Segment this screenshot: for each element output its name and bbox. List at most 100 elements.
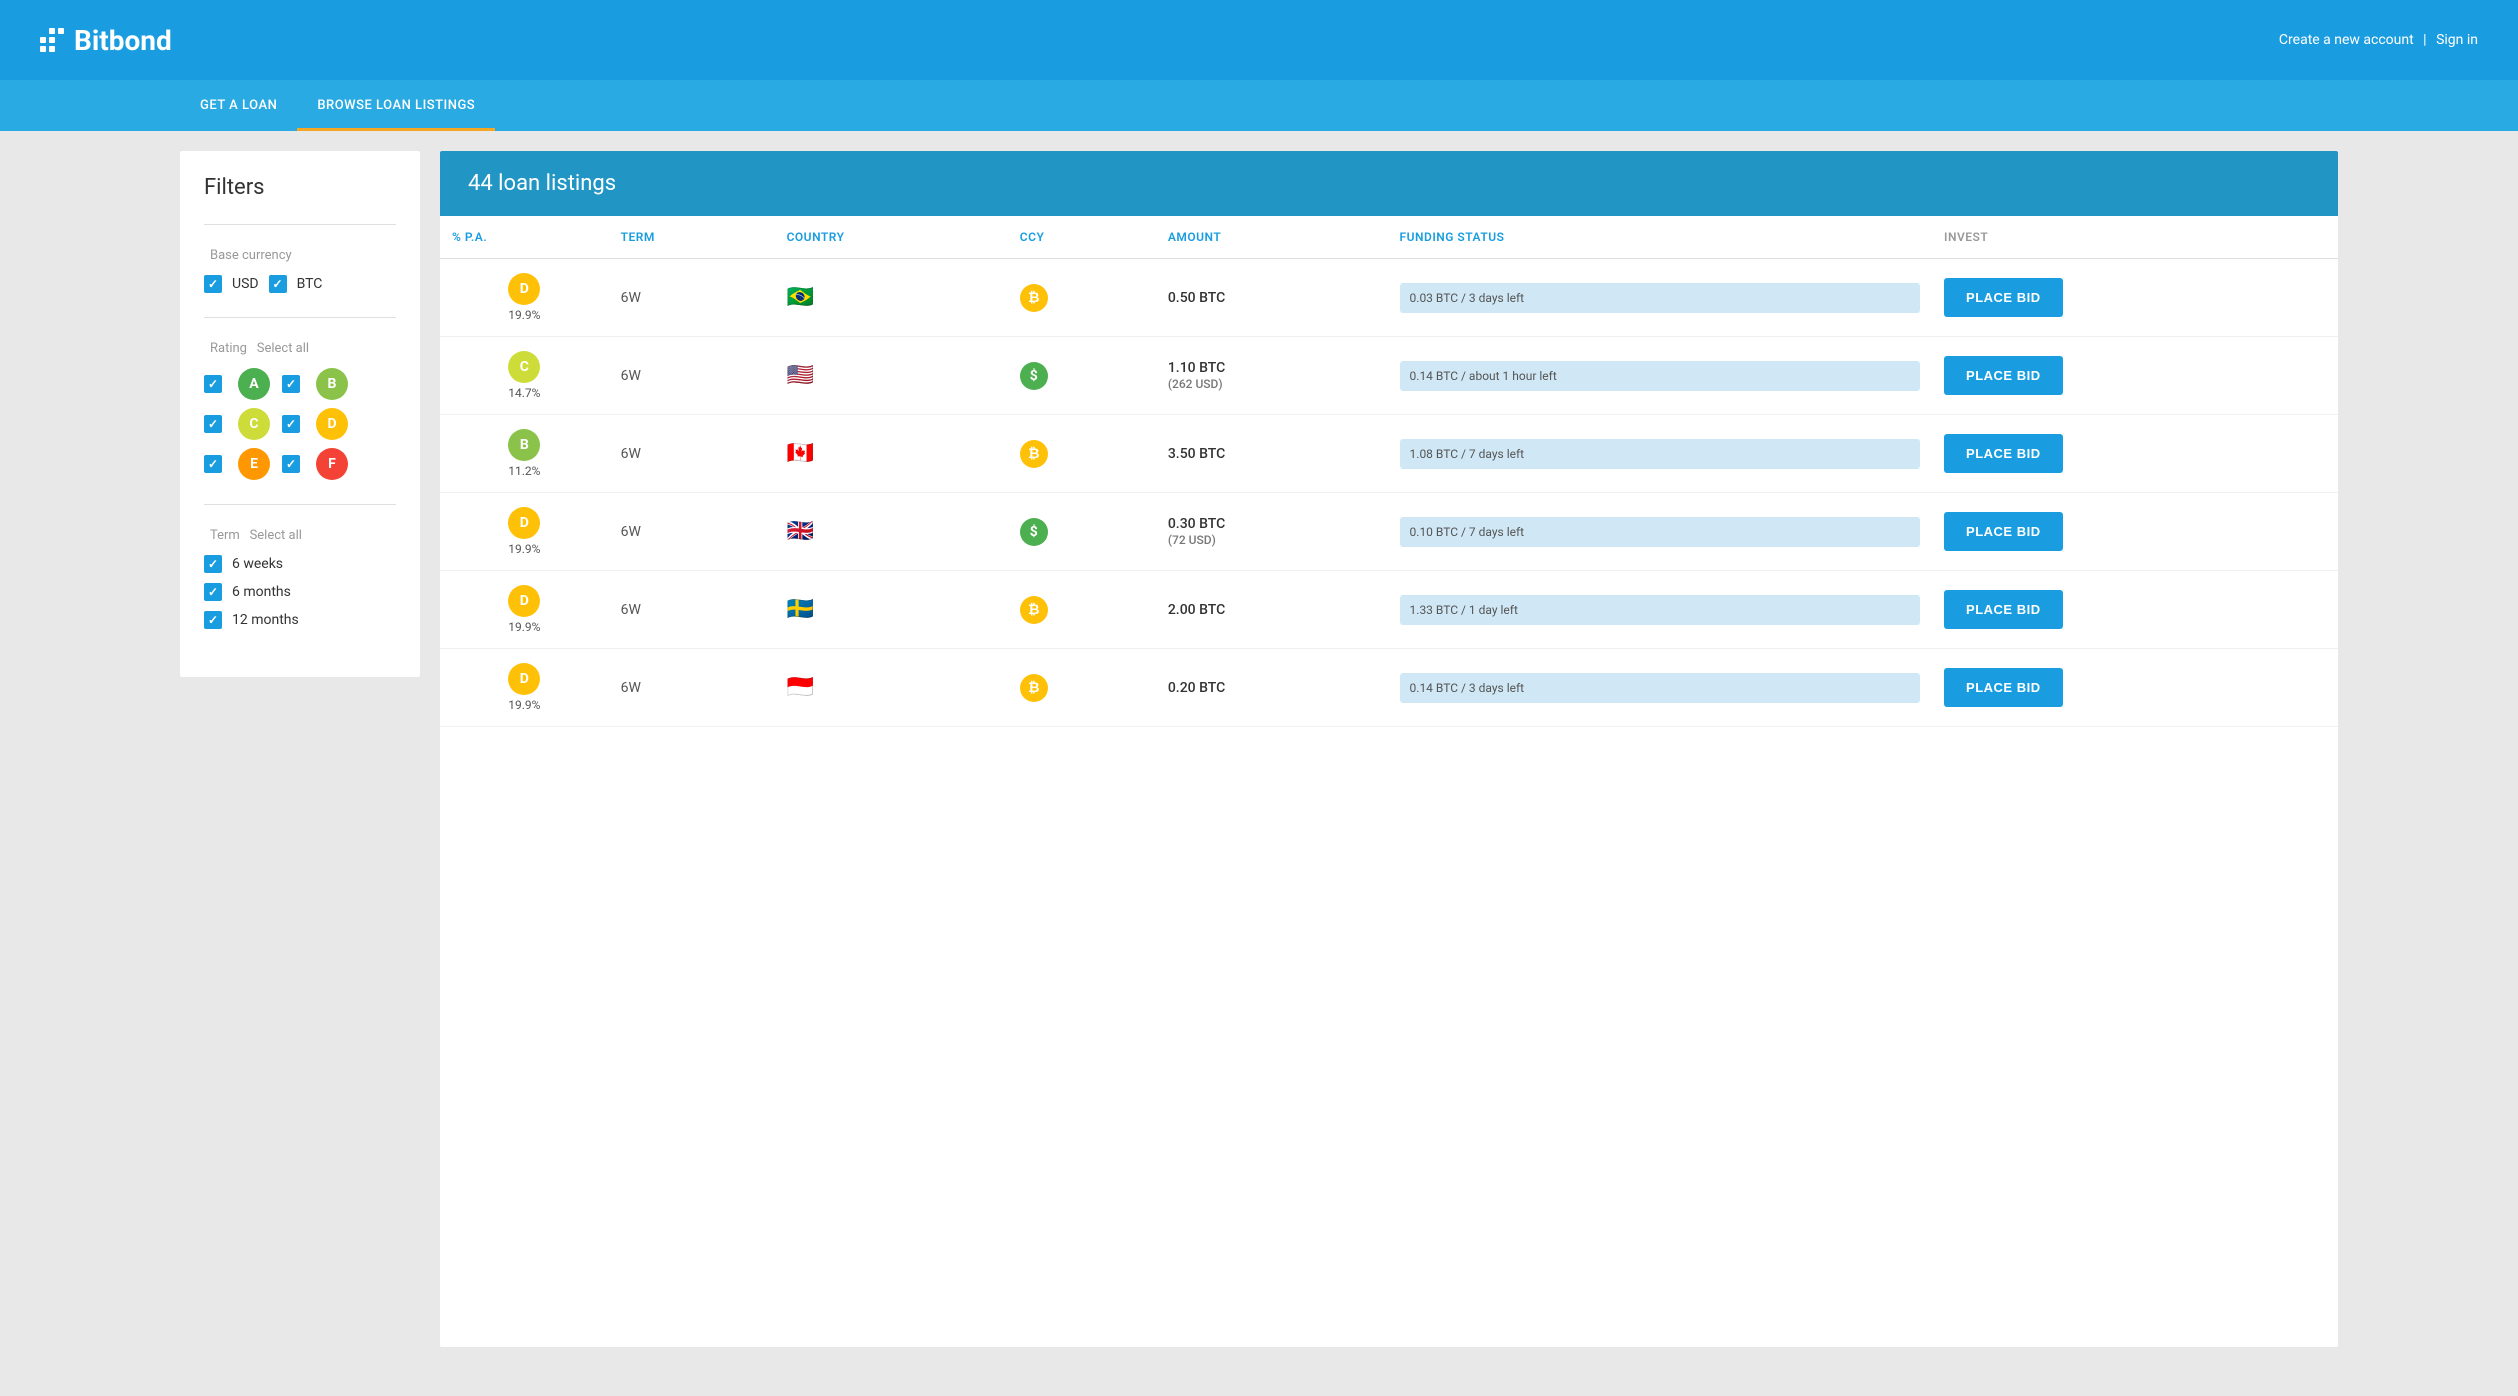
filter-rating-title: Rating Select all xyxy=(204,338,396,356)
row-4-rating: D 19.9% xyxy=(440,571,609,649)
country-flag: 🇬🇧 xyxy=(787,519,814,544)
place-bid-button[interactable]: PLACE BID xyxy=(1944,278,2063,317)
rating-a-checkbox[interactable] xyxy=(204,375,222,393)
term-6w-label: 6 weeks xyxy=(232,556,283,572)
filter-currency-title: Base currency xyxy=(204,245,396,263)
row-5-rating: D 19.9% xyxy=(440,649,609,727)
row-4-funding: 1.33 BTC / 1 day left xyxy=(1388,571,1933,649)
funding-status: 0.14 BTC / about 1 hour left xyxy=(1400,361,1921,391)
funding-status: 1.08 BTC / 7 days left xyxy=(1400,439,1921,469)
currency-btc-label: BTC xyxy=(297,276,323,292)
row-1-ccy: $ xyxy=(1008,337,1156,415)
col-invest: INVEST xyxy=(1932,216,2338,259)
table-row: D 19.9% 6W🇸🇪₿2.00 BTC1.33 BTC / 1 day le… xyxy=(440,571,2338,649)
table-row: D 19.9% 6W🇬🇧$0.30 BTC(72 USD)0.10 BTC / … xyxy=(440,493,2338,571)
row-1-term: 6W xyxy=(609,337,775,415)
place-bid-button[interactable]: PLACE BID xyxy=(1944,590,2063,629)
create-account-link[interactable]: Create a new account xyxy=(2279,32,2414,48)
row-2-rating: B 11.2% xyxy=(440,415,609,493)
col-term: TERM xyxy=(609,216,775,259)
rating-e-checkbox[interactable] xyxy=(204,455,222,473)
amount-value: 3.50 BTC xyxy=(1168,446,1376,462)
nav-item-browse-loan-listings[interactable]: BROWSE LOAN LISTINGS xyxy=(297,80,495,131)
rating-f-badge: F xyxy=(316,448,348,480)
row-2-invest: PLACE BID xyxy=(1932,415,2338,493)
place-bid-button[interactable]: PLACE BID xyxy=(1944,356,2063,395)
row-2-funding: 1.08 BTC / 7 days left xyxy=(1388,415,1933,493)
row-0-ccy: ₿ xyxy=(1008,259,1156,337)
currency-usd-checkbox[interactable] xyxy=(204,275,222,293)
term-6m-row: 6 months xyxy=(204,583,396,601)
table-row: D 19.9% 6W🇮🇩₿0.20 BTC0.14 BTC / 3 days l… xyxy=(440,649,2338,727)
filters-panel: Filters Base currency USD BTC Rating Sel… xyxy=(180,151,420,677)
amount-value: 1.10 BTC(262 USD) xyxy=(1168,360,1376,392)
rating-c-checkbox[interactable] xyxy=(204,415,222,433)
funding-status: 0.14 BTC / 3 days left xyxy=(1400,673,1921,703)
row-5-funding: 0.14 BTC / 3 days left xyxy=(1388,649,1933,727)
rating-b-checkbox[interactable] xyxy=(282,375,300,393)
row-3-term: 6W xyxy=(609,493,775,571)
row-3-funding: 0.10 BTC / 7 days left xyxy=(1388,493,1933,571)
listings-header: 44 loan listings xyxy=(440,151,2338,216)
term-6m-label: 6 months xyxy=(232,584,291,600)
place-bid-button[interactable]: PLACE BID xyxy=(1944,434,2063,473)
row-2-country: 🇨🇦 xyxy=(775,415,1008,493)
amount-value: 2.00 BTC xyxy=(1168,602,1376,618)
funding-status: 0.10 BTC / 7 days left xyxy=(1400,517,1921,547)
term-6m-checkbox[interactable] xyxy=(204,583,222,601)
divider-term xyxy=(204,504,396,505)
row-5-amount: 0.20 BTC xyxy=(1156,649,1388,727)
funding-status: 0.03 BTC / 3 days left xyxy=(1400,283,1921,313)
country-flag: 🇸🇪 xyxy=(787,597,814,622)
ccy-badge: ₿ xyxy=(1020,284,1048,312)
row-0-invest: PLACE BID xyxy=(1932,259,2338,337)
logo-icon xyxy=(40,28,64,52)
col-amount: AMOUNT xyxy=(1156,216,1388,259)
term-12m-label: 12 months xyxy=(232,612,299,628)
rating-pct: 14.7% xyxy=(508,386,540,400)
term-12m-row: 12 months xyxy=(204,611,396,629)
row-5-invest: PLACE BID xyxy=(1932,649,2338,727)
currency-btc-checkbox[interactable] xyxy=(269,275,287,293)
term-6w-checkbox[interactable] xyxy=(204,555,222,573)
nav-item-get-a-loan[interactable]: GET A LOAN xyxy=(180,80,297,131)
row-1-rating: C 14.7% xyxy=(440,337,609,415)
row-3-country: 🇬🇧 xyxy=(775,493,1008,571)
currency-usd-label: USD xyxy=(232,276,259,292)
row-2-ccy: ₿ xyxy=(1008,415,1156,493)
row-0-amount: 0.50 BTC xyxy=(1156,259,1388,337)
country-flag: 🇧🇷 xyxy=(787,285,814,310)
place-bid-button[interactable]: PLACE BID xyxy=(1944,668,2063,707)
row-4-country: 🇸🇪 xyxy=(775,571,1008,649)
rating-badge: D xyxy=(508,663,540,695)
row-0-funding: 0.03 BTC / 3 days left xyxy=(1388,259,1933,337)
rating-f-checkbox[interactable] xyxy=(282,455,300,473)
sign-in-link[interactable]: Sign in xyxy=(2436,32,2478,48)
term-12m-checkbox[interactable] xyxy=(204,611,222,629)
col-pct: % P.A. xyxy=(440,216,609,259)
country-flag: 🇨🇦 xyxy=(787,441,814,466)
rating-pct: 11.2% xyxy=(508,464,540,478)
row-4-term: 6W xyxy=(609,571,775,649)
table-header-row: % P.A. TERM COUNTRY CCY AMOUNT FUNDING S… xyxy=(440,216,2338,259)
rating-pct: 19.9% xyxy=(508,698,540,712)
rating-a-badge: A xyxy=(238,368,270,400)
row-3-rating: D 19.9% xyxy=(440,493,609,571)
header-separator: | xyxy=(2423,32,2426,48)
rating-pct: 19.9% xyxy=(508,308,540,322)
rating-d-checkbox[interactable] xyxy=(282,415,300,433)
header-links: Create a new account | Sign in xyxy=(2279,32,2478,48)
rating-badge: C xyxy=(508,351,540,383)
filter-base-currency: Base currency USD BTC xyxy=(204,245,396,293)
place-bid-button[interactable]: PLACE BID xyxy=(1944,512,2063,551)
row-0-country: 🇧🇷 xyxy=(775,259,1008,337)
ccy-badge: $ xyxy=(1020,518,1048,546)
row-2-amount: 3.50 BTC xyxy=(1156,415,1388,493)
country-flag: 🇮🇩 xyxy=(787,675,814,700)
ccy-badge: $ xyxy=(1020,362,1048,390)
rating-d-badge: D xyxy=(316,408,348,440)
nav: GET A LOAN BROWSE LOAN LISTINGS xyxy=(0,80,2518,131)
row-1-country: 🇺🇸 xyxy=(775,337,1008,415)
rating-badge: D xyxy=(508,585,540,617)
header: Bitbond Create a new account | Sign in xyxy=(0,0,2518,80)
